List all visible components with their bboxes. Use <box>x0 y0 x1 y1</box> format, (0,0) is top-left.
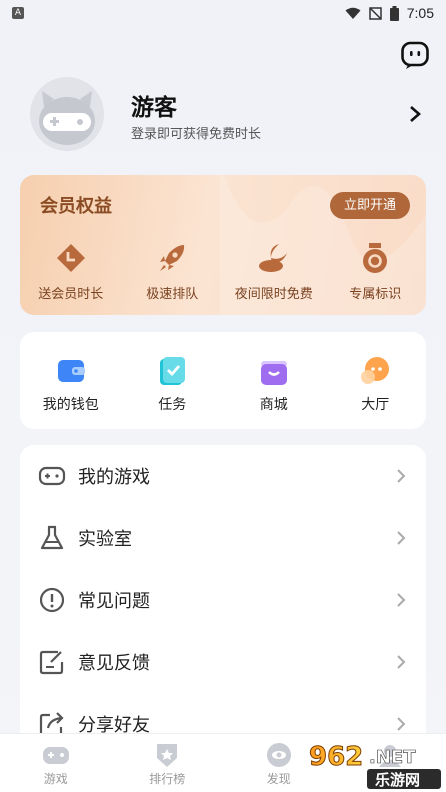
lobby-icon <box>361 357 390 384</box>
menu-card: 我的游戏 实验室 常见问题 意见反馈 分享好友 <box>20 445 426 765</box>
flask-icon <box>40 525 64 550</box>
chevron-right-icon <box>397 717 406 731</box>
clock: 7:05 <box>406 5 434 21</box>
moon-cloud-icon <box>258 244 287 272</box>
vip-card[interactable]: 会员权益 立即开通 送会员时长 极速排队 夜间限时免费 专属标识 <box>20 175 426 315</box>
quick-item-shop[interactable]: 商城 <box>223 332 325 429</box>
status-bar: A 7:05 <box>0 0 446 26</box>
quick-item-label: 任务 <box>158 397 187 413</box>
quick-item-task[interactable]: 任务 <box>122 332 224 429</box>
watermark-logo: 962 .NET 乐游网 <box>309 742 441 789</box>
quick-item-label: 商城 <box>259 397 288 413</box>
gamepad-icon <box>38 466 66 486</box>
avatar[interactable] <box>30 77 104 151</box>
gamepad-icon <box>42 747 69 764</box>
vip-item-gift-time[interactable]: 送会员时长 <box>20 241 122 302</box>
vip-item-label: 夜间限时免费 <box>234 287 313 302</box>
vip-item-label: 送会员时长 <box>38 287 104 302</box>
chevron-right-icon <box>397 531 406 545</box>
vip-title: 会员权益 <box>40 196 112 217</box>
quick-item-label: 大厅 <box>361 397 390 413</box>
ranking-icon <box>157 744 178 767</box>
quick-item-wallet[interactable]: 我的钱包 <box>20 332 122 429</box>
vip-item-night-free[interactable]: 夜间限时免费 <box>223 241 325 302</box>
nav-tab-games[interactable]: 游戏 <box>0 734 112 792</box>
chevron-right-icon <box>397 655 406 669</box>
menu-item-feedback[interactable]: 意见反馈 <box>20 631 426 693</box>
nav-tab-label: 发现 <box>266 772 291 786</box>
help-icon <box>39 587 65 613</box>
no-sim-icon <box>369 6 382 20</box>
activate-vip-button[interactable]: 立即开通 <box>330 192 410 219</box>
vip-item-fast-queue[interactable]: 极速排队 <box>122 241 224 302</box>
menu-item-faq[interactable]: 常见问题 <box>20 569 426 631</box>
rocket-icon <box>160 245 185 271</box>
menu-item-label: 实验室 <box>78 529 132 550</box>
login-hint[interactable]: 登录即可获得免费时长 <box>131 123 261 142</box>
chevron-right-icon <box>397 469 406 483</box>
battery-icon <box>389 5 399 21</box>
discover-icon <box>266 743 291 767</box>
wallet-icon <box>57 360 85 382</box>
svg-text:962: 962 <box>309 742 363 772</box>
vip-item-label: 极速排队 <box>146 287 199 302</box>
vip-item-badge[interactable]: 专属标识 <box>325 241 427 302</box>
app-notification-icon: A <box>12 7 24 19</box>
nav-tab-label: 游戏 <box>43 772 68 786</box>
clock-tag-icon <box>56 244 85 272</box>
svg-text:乐游网: 乐游网 <box>375 771 420 789</box>
menu-item-label: 意见反馈 <box>78 653 150 674</box>
robot-avatar-icon <box>39 91 95 145</box>
wifi-icon <box>345 7 361 19</box>
quick-item-lobby[interactable]: 大厅 <box>325 332 427 429</box>
menu-item-my-games[interactable]: 我的游戏 <box>20 445 426 507</box>
menu-item-label: 我的游戏 <box>78 467 150 488</box>
menu-item-lab[interactable]: 实验室 <box>20 507 426 569</box>
nav-tab-label: 排行榜 <box>149 772 186 786</box>
task-icon <box>160 357 186 385</box>
chat-icon[interactable] <box>400 40 430 70</box>
chevron-right-icon[interactable] <box>408 104 422 124</box>
nav-tab-ranking[interactable]: 排行榜 <box>112 734 224 792</box>
chevron-right-icon <box>397 593 406 607</box>
shop-icon <box>260 361 287 385</box>
svg-text:.NET: .NET <box>369 747 416 768</box>
quick-item-label: 我的钱包 <box>42 397 99 413</box>
username[interactable]: 游客 <box>131 88 177 122</box>
feedback-icon <box>39 650 64 675</box>
vip-item-label: 专属标识 <box>349 287 402 302</box>
medal-icon <box>363 243 388 273</box>
quick-access-card: 我的钱包 任务 商城 大厅 <box>20 332 426 429</box>
menu-item-label: 常见问题 <box>78 591 150 612</box>
